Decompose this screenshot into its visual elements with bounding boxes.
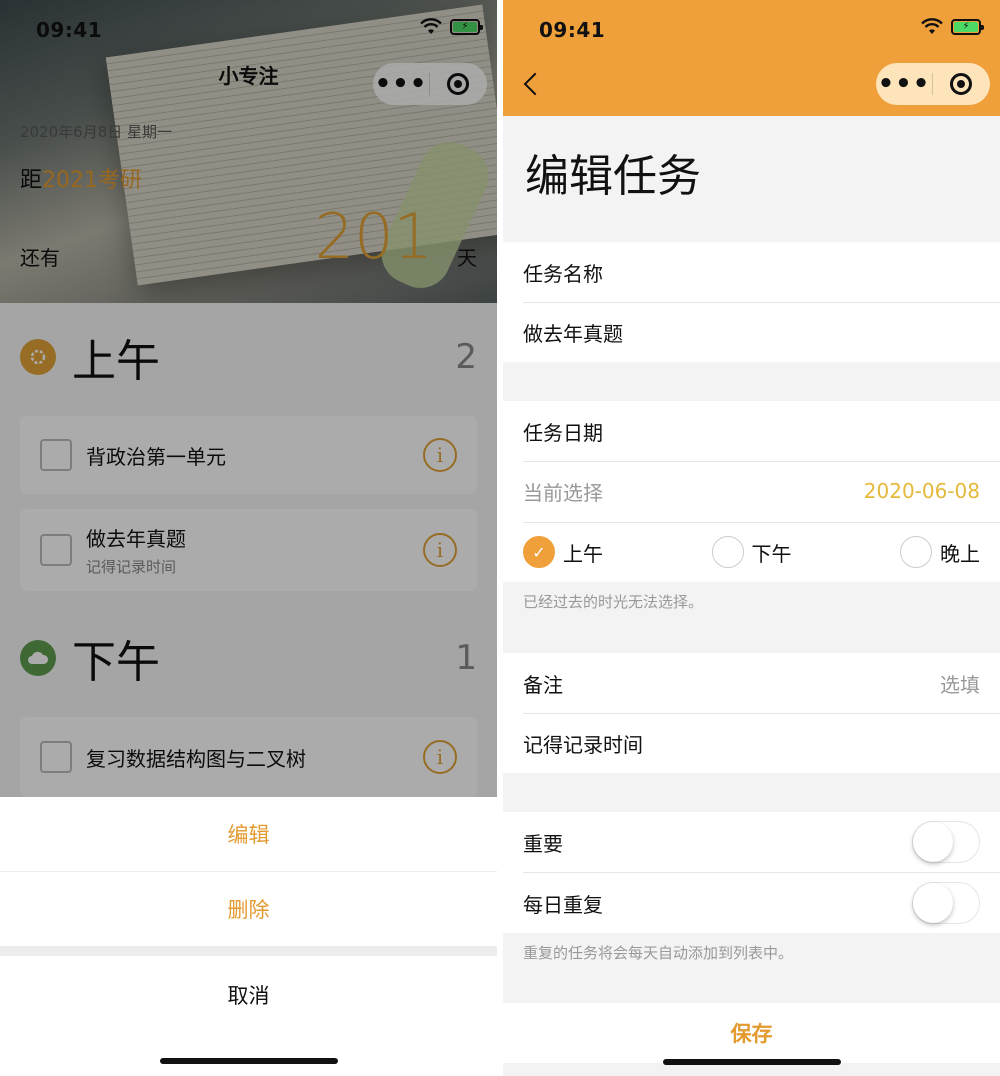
note-placeholder: 选填	[940, 672, 980, 697]
radio-circle	[711, 536, 744, 568]
note-label: 备注	[523, 672, 563, 697]
page-title: 编辑任务	[525, 151, 701, 202]
home-screen: 09:41 ⚡ 小专注 ••• 2020年6月8日 星期一 距2021考研 还有…	[0, 0, 497, 1076]
battery-icon: ⚡	[951, 19, 984, 35]
target-icon	[950, 73, 972, 95]
divider	[0, 946, 497, 956]
radio-label: 下午	[751, 541, 792, 566]
task-date-group: 任务日期 当前选择 2020-06-08 ✓ 上午 下午 晚上	[503, 401, 1000, 582]
important-label: 重要	[523, 831, 563, 856]
radio-label: 上午	[563, 541, 603, 566]
note-input[interactable]: 记得记录时间	[523, 713, 980, 773]
nav-bar: 09:41 ⚡ •••	[503, 0, 1000, 116]
task-name-group: 任务名称 做去年真题	[503, 242, 1000, 362]
current-selection-label: 当前选择	[523, 480, 603, 505]
radio-circle	[900, 536, 932, 568]
task-date-label: 任务日期	[523, 420, 603, 445]
repeat-hint: 重复的任务将会每天自动添加到列表中。	[523, 944, 794, 962]
cancel-button[interactable]: 取消	[0, 956, 497, 1034]
status-icons: ⚡	[921, 18, 984, 36]
date-picker[interactable]: 当前选择 2020-06-08	[523, 461, 980, 521]
modal-overlay[interactable]	[0, 0, 497, 797]
important-switch[interactable]	[912, 821, 980, 863]
options-group: 重要 每日重复	[503, 812, 1000, 933]
delete-button[interactable]: 删除	[0, 872, 497, 946]
daily-repeat-row: 每日重复	[523, 873, 980, 933]
task-name-input[interactable]: 做去年真题	[523, 302, 980, 362]
wifi-icon	[921, 18, 943, 34]
save-button[interactable]: 保存	[503, 1003, 1000, 1063]
action-sheet: 编辑 删除 取消	[0, 797, 497, 1076]
current-selection-value: 2020-06-08	[863, 479, 980, 503]
radio-morning[interactable]: ✓ 上午	[523, 536, 603, 568]
note-group: 备注 选填 记得记录时间	[503, 653, 1000, 773]
period-radio-group: ✓ 上午 下午 晚上	[523, 522, 980, 582]
home-indicator	[160, 1058, 338, 1064]
daily-repeat-switch[interactable]	[912, 882, 980, 924]
important-row: 重要	[523, 812, 980, 872]
radio-label: 晚上	[940, 541, 980, 566]
close-target-button[interactable]	[933, 73, 989, 95]
daily-repeat-label: 每日重复	[523, 892, 603, 917]
edit-button[interactable]: 编辑	[0, 797, 497, 871]
radio-afternoon[interactable]: 下午	[711, 536, 792, 568]
mini-program-capsule: •••	[876, 63, 990, 105]
edit-task-screen: 09:41 ⚡ ••• 编辑任务 任务名称 做去年真题 任务日期 当前选择 20…	[503, 0, 1000, 1076]
note-value: 记得记录时间	[523, 732, 643, 757]
note-row: 备注 选填	[523, 653, 980, 713]
radio-evening[interactable]: 晚上	[900, 536, 980, 568]
task-name-label: 任务名称	[523, 261, 603, 286]
more-dots-icon[interactable]: •••	[876, 63, 932, 105]
home-indicator	[663, 1059, 841, 1065]
period-hint: 已经过去的时光无法选择。	[523, 593, 704, 611]
task-name-value: 做去年真题	[523, 321, 623, 346]
checkmark-icon: ✓	[523, 536, 555, 568]
back-arrow-icon[interactable]	[523, 72, 547, 96]
status-time: 09:41	[539, 18, 606, 42]
